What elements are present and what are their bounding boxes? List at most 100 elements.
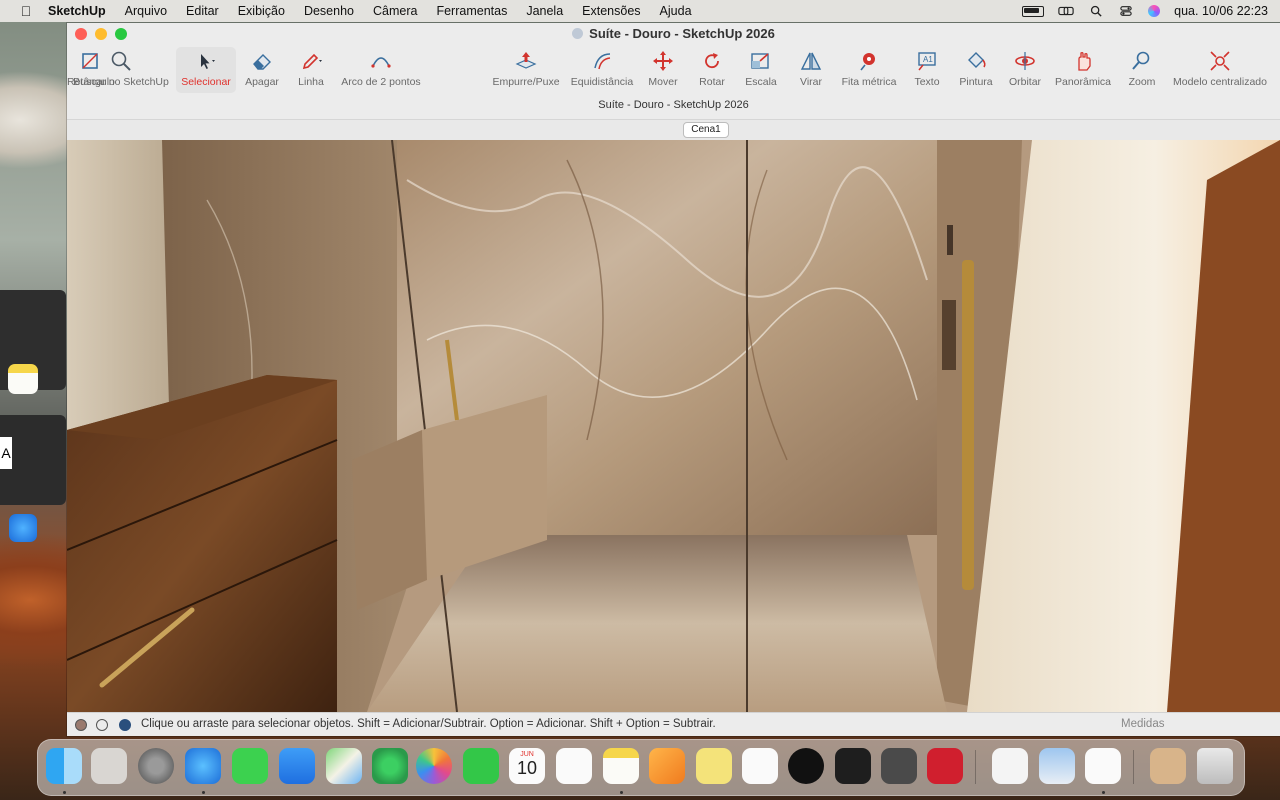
finder-icon[interactable]: [46, 748, 82, 784]
launchpad-icon[interactable]: [91, 748, 127, 784]
eraser-icon: [253, 54, 271, 70]
facetime-icon[interactable]: [463, 748, 499, 784]
tool-linha[interactable]: Linha: [293, 47, 329, 88]
tool-label: Escala: [745, 76, 777, 88]
tool-label: Rotar: [699, 76, 725, 88]
dock-separator: [975, 750, 976, 784]
safari-small-icon[interactable]: [9, 514, 37, 542]
tool-label: Panorâmica: [1054, 76, 1112, 88]
tool-retangulo[interactable]: Retângulo: [67, 47, 115, 88]
tool-empurre[interactable]: Empurre/Puxe: [491, 47, 561, 88]
text-icon: A1: [918, 52, 936, 71]
stickies-icon[interactable]: [696, 748, 732, 784]
title-bar[interactable]: Suíte - Douro - SketchUp 2026: [67, 23, 1280, 45]
calculator-icon[interactable]: [881, 748, 917, 784]
screen-mirroring-icon[interactable]: [1058, 5, 1074, 17]
document-icon: [572, 28, 584, 39]
scale-icon: [751, 53, 769, 69]
scene-tab[interactable]: Cena1: [683, 122, 729, 138]
menu-clock[interactable]: qua. 10/06 22:23: [1174, 4, 1268, 18]
tool-panoramica[interactable]: Panorâmica: [1054, 47, 1112, 88]
geo-location-icon[interactable]: [75, 719, 87, 731]
tool-label: Retângulo: [67, 76, 115, 88]
safari-icon[interactable]: [185, 748, 221, 784]
tool-rotar[interactable]: Rotar: [695, 47, 729, 88]
tool-label: Orbitar: [1008, 76, 1042, 88]
keychain-icon[interactable]: [992, 748, 1028, 784]
move-icon: [653, 51, 673, 71]
push-pull-icon: [515, 52, 537, 69]
tool-virar[interactable]: Virar: [797, 47, 825, 88]
menu-desenho[interactable]: Desenho: [304, 4, 354, 18]
tool-label: Apagar: [245, 76, 279, 88]
reminders-icon[interactable]: [556, 748, 592, 784]
siri-icon[interactable]: [1148, 5, 1161, 17]
menu-camera[interactable]: Câmera: [373, 4, 417, 18]
3d-viewport[interactable]: [67, 140, 1280, 712]
system-settings-icon[interactable]: [138, 748, 174, 784]
menu-extensoes[interactable]: Extensões: [582, 4, 640, 18]
rotate-icon: [705, 53, 719, 69]
spotlight-search-icon[interactable]: [1088, 5, 1104, 17]
tool-label: Arco de 2 pontos: [341, 76, 421, 88]
menu-editar[interactable]: Editar: [186, 4, 219, 18]
notes-dock-icon[interactable]: [603, 748, 639, 784]
tool-label: Virar: [800, 76, 822, 88]
menu-app-name[interactable]: SketchUp: [48, 4, 106, 18]
find-my-icon[interactable]: [372, 748, 408, 784]
arc-icon: [371, 57, 391, 68]
spotify-icon[interactable]: [788, 748, 824, 784]
measurements-box[interactable]: [1177, 715, 1273, 733]
tool-fita-metrica[interactable]: Fita métrica: [839, 47, 899, 88]
tool-label: Empurre/Puxe: [492, 76, 560, 88]
photos-icon[interactable]: [416, 748, 452, 784]
help-icon[interactable]: [119, 719, 131, 731]
tool-texto[interactable]: A1 Texto: [912, 47, 942, 88]
menu-janela[interactable]: Janela: [526, 4, 563, 18]
tool-orbitar[interactable]: Orbitar: [1007, 47, 1043, 88]
background-window-2[interactable]: A: [0, 415, 66, 505]
flip-icon: [800, 52, 822, 70]
control-center-icon[interactable]: [1118, 5, 1134, 17]
apple-icon[interactable]: : [18, 3, 34, 19]
freeform-icon[interactable]: [742, 748, 778, 784]
window-title: Suíte - Douro - SketchUp 2026: [67, 26, 1280, 41]
tool-equidistancia[interactable]: Equidistância: [568, 47, 636, 88]
voice-memos-icon[interactable]: [835, 748, 871, 784]
tool-arco[interactable]: Arco de 2 pontos: [337, 47, 425, 88]
calendar-month: JUN: [520, 751, 534, 758]
tool-label: Pintura: [959, 76, 993, 88]
mail-icon[interactable]: [279, 748, 315, 784]
viewport-render: [67, 140, 1280, 712]
sketchup-dock-icon[interactable]: [1085, 748, 1121, 784]
trash-icon[interactable]: [1197, 748, 1233, 784]
tool-selecionar[interactable]: Selecionar: [176, 47, 236, 93]
tool-modelo-centralizado[interactable]: Modelo centralizado: [1170, 47, 1270, 88]
messages-icon[interactable]: [232, 748, 268, 784]
pages-icon[interactable]: [649, 748, 685, 784]
running-indicator: [202, 791, 205, 794]
info-icon[interactable]: [96, 719, 108, 731]
tool-escala[interactable]: Escala: [743, 47, 779, 88]
offset-icon: [594, 53, 611, 70]
battery-icon[interactable]: [1022, 5, 1045, 17]
folder-icon[interactable]: [1150, 748, 1186, 784]
autocad-icon[interactable]: [927, 748, 963, 784]
tool-apagar[interactable]: Apagar: [241, 47, 283, 88]
running-indicator: [1102, 791, 1105, 794]
calendar-icon[interactable]: JUN 10: [509, 748, 545, 784]
tool-mover[interactable]: Mover: [645, 47, 681, 88]
tool-label: Zoom: [1128, 76, 1156, 88]
preview-icon[interactable]: [1039, 748, 1075, 784]
tool-pintura[interactable]: Pintura: [956, 47, 996, 88]
menu-arquivo[interactable]: Arquivo: [125, 4, 167, 18]
tool-label: Modelo centralizado: [1173, 76, 1267, 88]
tool-label: Equidistância: [570, 76, 634, 88]
notes-icon[interactable]: [8, 364, 38, 394]
menu-ajuda[interactable]: Ajuda: [660, 4, 692, 18]
menu-exibicao[interactable]: Exibição: [238, 4, 285, 18]
menu-ferramentas[interactable]: Ferramentas: [436, 4, 507, 18]
tool-zoom[interactable]: Zoom: [1126, 47, 1158, 88]
maps-icon[interactable]: [326, 748, 362, 784]
calendar-day: 10: [516, 758, 538, 778]
